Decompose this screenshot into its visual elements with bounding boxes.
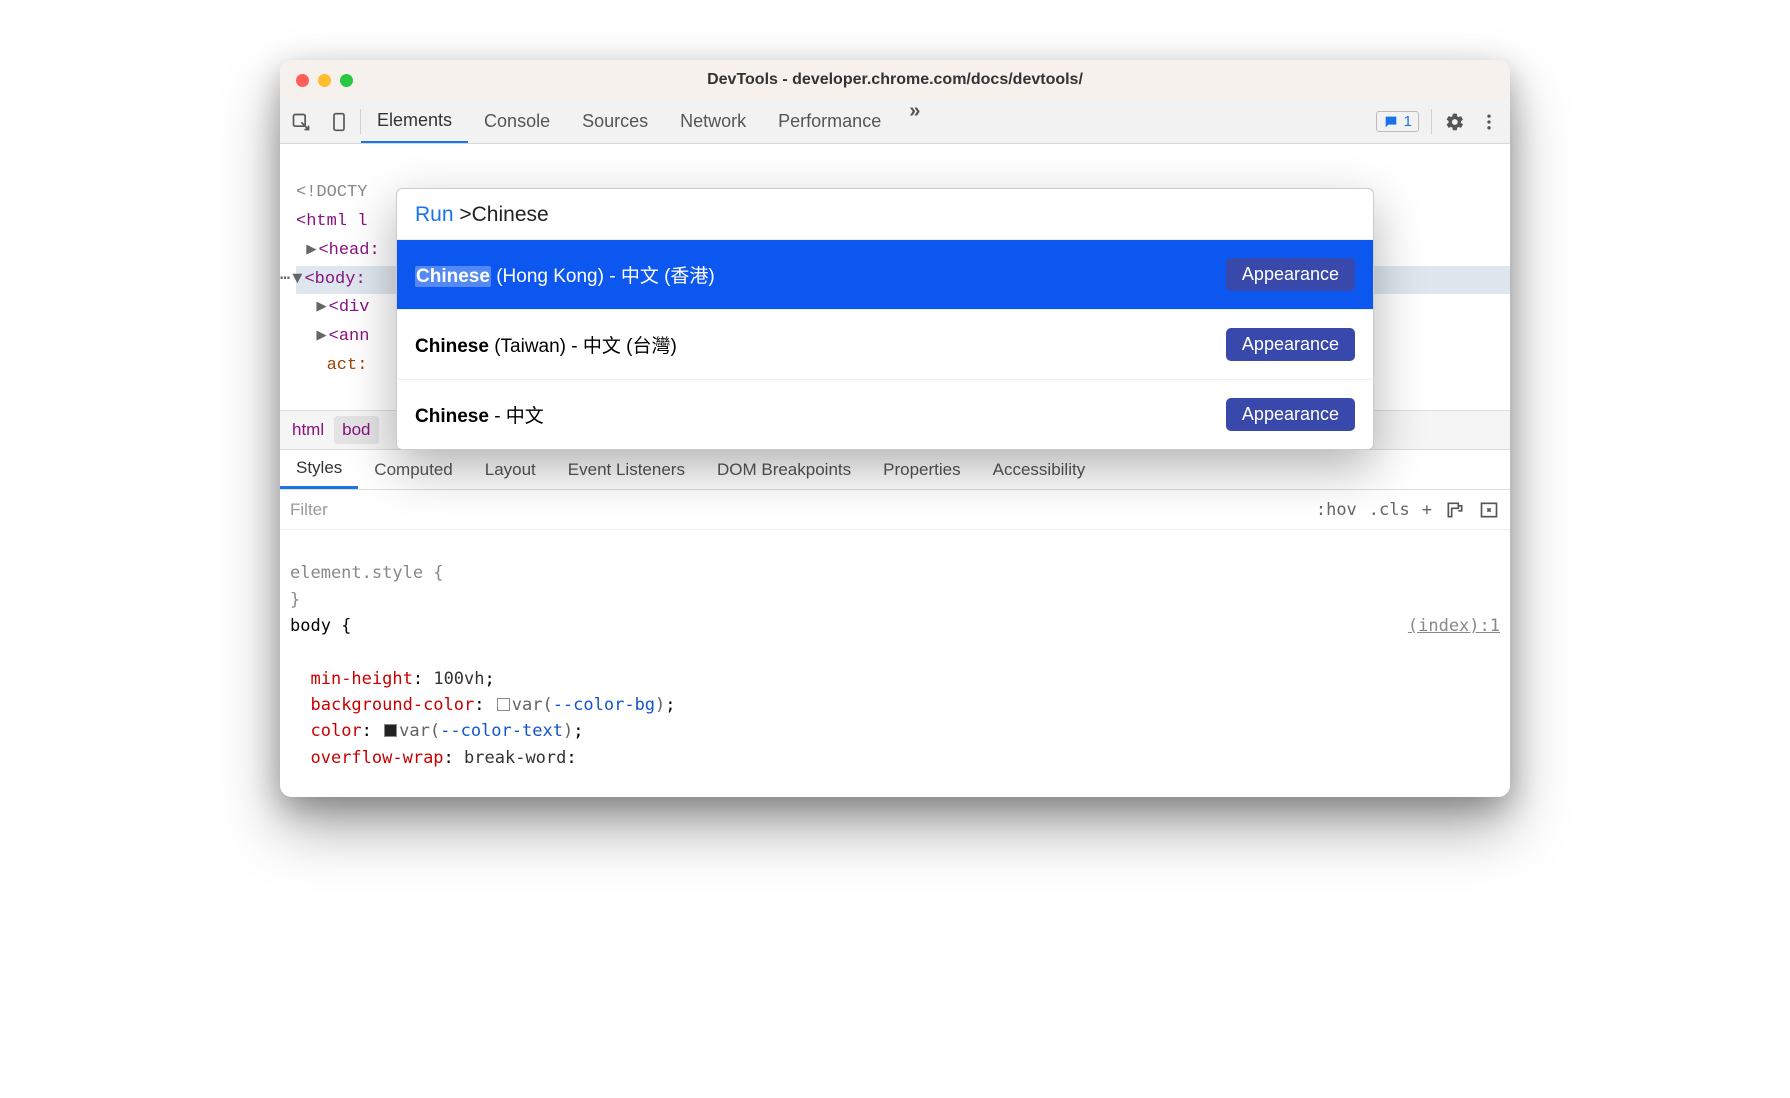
css-prop[interactable]: min-height <box>310 669 412 689</box>
css-val[interactable]: 100vh <box>433 669 484 689</box>
color-swatch-icon[interactable] <box>384 724 397 737</box>
issues-badge[interactable]: 1 <box>1376 111 1419 132</box>
subtab-event-listeners[interactable]: Event Listeners <box>552 450 701 489</box>
palette-item[interactable]: Chinese (Hong Kong) - 中文 (香港) Appearance <box>397 240 1373 309</box>
subtab-properties[interactable]: Properties <box>867 450 976 489</box>
css-var[interactable]: --color-bg <box>553 695 655 715</box>
subtab-dom-breakpoints[interactable]: DOM Breakpoints <box>701 450 867 489</box>
palette-item-badge: Appearance <box>1226 328 1355 361</box>
elements-panel: <!DOCTY <html l ▶<head: ⋯▼<body: ▶<div ▶… <box>280 144 1510 797</box>
new-rule-button[interactable]: + <box>1422 500 1432 520</box>
styles-subtabs: Styles Computed Layout Event Listeners D… <box>280 450 1510 490</box>
palette-item-badge: Appearance <box>1226 398 1355 431</box>
tab-network[interactable]: Network <box>664 100 762 143</box>
tab-console[interactable]: Console <box>468 100 566 143</box>
more-menu-icon[interactable] <box>1478 111 1500 133</box>
settings-icon[interactable] <box>1444 111 1466 133</box>
color-swatch-icon[interactable] <box>497 698 510 711</box>
titlebar: DevTools - developer.chrome.com/docs/dev… <box>280 60 1510 100</box>
css-prop[interactable]: background-color <box>310 695 474 715</box>
breadcrumb-body[interactable]: bod <box>334 416 378 444</box>
element-style-close: } <box>290 590 300 610</box>
subtab-styles[interactable]: Styles <box>280 450 358 489</box>
filter-row: :hov .cls + <box>280 490 1510 530</box>
body-rule-header: body { (index):1 <box>290 613 1500 639</box>
collapse-icon[interactable]: ▼ <box>292 266 302 295</box>
device-toolbar-icon[interactable] <box>328 111 350 133</box>
palette-item-text: Chinese (Taiwan) - 中文 (台灣) <box>415 331 677 358</box>
dom-attr: act: <box>327 356 368 375</box>
palette-query[interactable]: >Chinese <box>459 203 548 226</box>
styles-pane: element.style { } body { (index):1 min-he… <box>280 530 1510 797</box>
palette-header: Run >Chinese <box>397 189 1373 240</box>
overflow-icon: ⋯ <box>280 270 290 289</box>
dom-html: <html l <box>296 212 367 231</box>
issues-count: 1 <box>1404 113 1412 130</box>
subtab-accessibility[interactable]: Accessibility <box>977 450 1102 489</box>
hov-toggle[interactable]: :hov <box>1316 500 1357 520</box>
traffic-lights <box>280 74 353 87</box>
panel-tabs: Elements Console Sources Network Perform… <box>361 100 932 143</box>
issues-icon <box>1383 114 1399 130</box>
css-prop[interactable]: overflow-wrap <box>310 748 443 768</box>
rule-source-link[interactable]: (index):1 <box>1408 613 1500 639</box>
dom-div: <div <box>329 298 370 317</box>
css-prop[interactable]: color <box>310 721 361 741</box>
css-val[interactable]: break-word <box>464 748 566 768</box>
close-window-button[interactable] <box>296 74 309 87</box>
subtab-computed[interactable]: Computed <box>358 450 468 489</box>
command-palette: Run >Chinese Chinese (Hong Kong) - 中文 (香… <box>396 188 1374 450</box>
css-var[interactable]: --color-text <box>440 721 563 741</box>
main-toolbar: Elements Console Sources Network Perform… <box>280 100 1510 144</box>
more-tabs-button[interactable]: » <box>897 100 932 143</box>
dom-doctype: <!DOCTY <box>296 183 367 202</box>
filter-input[interactable] <box>290 500 1316 520</box>
palette-list: Chinese (Hong Kong) - 中文 (香港)AppearanceC… <box>397 240 1373 449</box>
tab-sources[interactable]: Sources <box>566 100 664 143</box>
panel-toggle-icon[interactable] <box>1478 499 1500 521</box>
tab-performance[interactable]: Performance <box>762 100 897 143</box>
palette-item[interactable]: Chinese - 中文 Appearance <box>397 379 1373 449</box>
expand-icon[interactable]: ▶ <box>316 294 326 323</box>
toolbar-divider <box>1431 109 1432 135</box>
body-selector[interactable]: body { <box>290 613 351 639</box>
breadcrumb-html[interactable]: html <box>292 420 324 440</box>
dom-head: <head: <box>318 241 379 260</box>
palette-item-text: Chinese (Hong Kong) - 中文 (香港) <box>415 261 715 288</box>
expand-icon[interactable]: ▶ <box>306 237 316 266</box>
cls-toggle[interactable]: .cls <box>1369 500 1410 520</box>
palette-run-label: Run <box>415 203 454 226</box>
palette-item-badge: Appearance <box>1226 258 1355 291</box>
tab-elements[interactable]: Elements <box>361 100 468 143</box>
palette-item[interactable]: Chinese (Taiwan) - 中文 (台灣) Appearance <box>397 309 1373 379</box>
subtab-layout[interactable]: Layout <box>469 450 552 489</box>
devtools-window: DevTools - developer.chrome.com/docs/dev… <box>280 60 1510 797</box>
inspect-icon[interactable] <box>290 111 312 133</box>
element-style-open: element.style { <box>290 563 444 583</box>
expand-icon[interactable]: ▶ <box>316 323 326 352</box>
dom-body: <body: <box>304 270 365 289</box>
paint-icon[interactable] <box>1444 499 1466 521</box>
palette-item-text: Chinese - 中文 <box>415 401 544 428</box>
zoom-window-button[interactable] <box>340 74 353 87</box>
minimize-window-button[interactable] <box>318 74 331 87</box>
dom-ann: <ann <box>329 327 370 346</box>
window-title: DevTools - developer.chrome.com/docs/dev… <box>280 71 1510 89</box>
